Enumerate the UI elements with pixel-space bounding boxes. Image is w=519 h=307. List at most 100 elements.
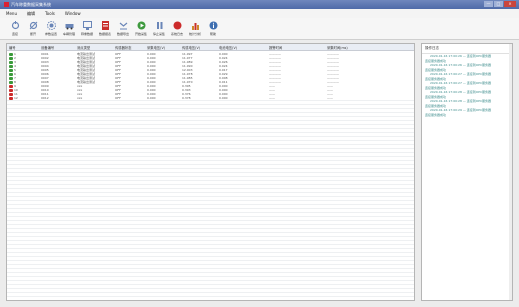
column-header[interactable]: 采集时间(ms) xyxy=(327,45,348,50)
toolbar-button-label: 统计分析 xyxy=(188,32,201,36)
report-icon xyxy=(100,20,111,31)
empty-row xyxy=(7,180,414,181)
close-button[interactable]: × xyxy=(504,1,516,7)
menu-item[interactable]: Tools xyxy=(45,11,55,16)
empty-row xyxy=(7,108,414,109)
empty-row xyxy=(7,236,414,237)
settings-icon xyxy=(46,20,57,31)
empty-row xyxy=(7,204,414,205)
column-header[interactable]: 传感器状态 xyxy=(115,45,131,50)
empty-row xyxy=(7,276,414,277)
empty-row xyxy=(7,212,414,213)
start-icon xyxy=(136,20,147,31)
empty-row xyxy=(7,172,414,173)
title-bar[interactable]: 汽车称重数据采集系统 — □ × xyxy=(0,0,519,9)
column-header[interactable]: 采集电压(V) xyxy=(147,45,165,50)
menu-bar: Menu 编辑 Tools Window xyxy=(0,9,519,18)
empty-row xyxy=(7,168,414,169)
maximize-button[interactable]: □ xyxy=(494,1,503,7)
empty-row xyxy=(7,264,414,265)
record-icon xyxy=(172,20,183,31)
empty-row xyxy=(7,288,414,289)
empty-row xyxy=(7,192,414,193)
toolbar-button[interactable]: 开始采集 xyxy=(132,18,150,39)
empty-row xyxy=(7,148,414,149)
menu-item[interactable]: Menu xyxy=(6,11,17,16)
toolbar-button[interactable]: 断开 xyxy=(24,18,42,39)
empty-row xyxy=(7,200,414,201)
window-title: 汽车称重数据采集系统 xyxy=(11,1,51,7)
toolbar-button-label: 参数设置 xyxy=(44,32,57,36)
toolbar-button[interactable]: 数据报表 xyxy=(96,18,114,39)
grid-header: 编号 设备编号 测点类型 传感器状态 采集电压(V) 传感电压(V) 电池电压(V) 报警时间… xyxy=(7,44,414,51)
empty-row xyxy=(7,152,414,153)
app-icon xyxy=(4,2,9,7)
empty-row xyxy=(7,228,414,229)
connect-icon xyxy=(10,20,21,31)
app-window: 汽车称重数据采集系统 — □ × Menu 编辑 Tools Window 连接… xyxy=(0,0,519,307)
empty-row xyxy=(7,176,414,177)
empty-row xyxy=(7,280,414,281)
toolbar-button[interactable]: 系统日志 xyxy=(168,18,186,39)
empty-row xyxy=(7,124,414,125)
menu-item[interactable]: Window xyxy=(65,11,81,16)
empty-row xyxy=(7,132,414,133)
empty-row xyxy=(7,240,414,241)
toolbar: 连接 断开 参数设置 车辆管理 称重数据 数据报表 数据导出 开始采集 停止采集 系统日志 统计分析… xyxy=(0,18,519,40)
empty-row xyxy=(7,184,414,185)
toolbar-button-label: 称重数据 xyxy=(80,32,93,36)
empty-row xyxy=(7,188,414,189)
empty-row xyxy=(7,248,414,249)
toolbar-button[interactable]: 停止采集 xyxy=(150,18,168,39)
column-header[interactable]: 报警时间 xyxy=(269,45,282,50)
empty-row xyxy=(7,120,414,121)
column-header[interactable]: 设备编号 xyxy=(41,45,54,50)
data-grid[interactable]: 编号 设备编号 测点类型 传感器状态 采集电压(V) 传感电压(V) 电池电压(V) 报警时间… xyxy=(6,43,415,301)
toolbar-button-label: 帮助 xyxy=(209,32,216,36)
empty-row xyxy=(7,140,414,141)
column-header[interactable]: 测点类型 xyxy=(77,45,90,50)
export-icon xyxy=(118,20,129,31)
window-controls: — □ × xyxy=(484,1,516,7)
toolbar-button[interactable]: 连接 xyxy=(6,18,24,39)
minimize-button[interactable]: — xyxy=(484,1,493,7)
toolbar-button[interactable]: 帮助 xyxy=(204,18,222,39)
empty-row xyxy=(7,104,414,105)
car-icon xyxy=(64,20,75,31)
empty-row xyxy=(7,244,414,245)
empty-row xyxy=(7,100,414,101)
menu-item[interactable]: 编辑 xyxy=(27,11,35,17)
info-icon xyxy=(208,20,219,31)
empty-row xyxy=(7,224,414,225)
toolbar-button-label: 连接 xyxy=(11,32,18,36)
empty-row xyxy=(7,272,414,273)
empty-row xyxy=(7,208,414,209)
toolbar-button-label: 断开 xyxy=(29,32,36,36)
empty-row xyxy=(7,216,414,217)
column-header[interactable]: 传感电压(V) xyxy=(182,45,200,50)
empty-row xyxy=(7,160,414,161)
log-title: 操作日志 xyxy=(422,44,512,54)
toolbar-button[interactable]: 参数设置 xyxy=(42,18,60,39)
empty-row xyxy=(7,284,414,285)
log-entry: 连接服务器成功 xyxy=(425,112,447,117)
toolbar-button-label: 开始采集 xyxy=(134,32,147,36)
toolbar-button-label: 车辆管理 xyxy=(62,32,75,36)
toolbar-button[interactable]: 统计分析 xyxy=(186,18,204,39)
empty-row xyxy=(7,292,414,293)
column-header[interactable]: 电池电压(V) xyxy=(219,45,237,50)
toolbar-button-label: 数据报表 xyxy=(98,32,111,36)
empty-row xyxy=(7,296,414,297)
chart-icon xyxy=(190,20,201,31)
column-header[interactable]: 编号 xyxy=(9,45,16,50)
log-scrollbar[interactable] xyxy=(509,44,512,300)
toolbar-button[interactable]: 数据导出 xyxy=(114,18,132,39)
toolbar-button-label: 停止采集 xyxy=(152,32,165,36)
empty-row xyxy=(7,256,414,257)
toolbar-button[interactable]: 称重数据 xyxy=(78,18,96,39)
log-entries: 2020-01-16 17:00:26 — 连接到OPC服务器 连接服务器成功 20… xyxy=(422,54,512,117)
toolbar-button-label: 系统日志 xyxy=(170,32,183,36)
empty-row xyxy=(7,220,414,221)
empty-row xyxy=(7,116,414,117)
toolbar-button[interactable]: 车辆管理 xyxy=(60,18,78,39)
